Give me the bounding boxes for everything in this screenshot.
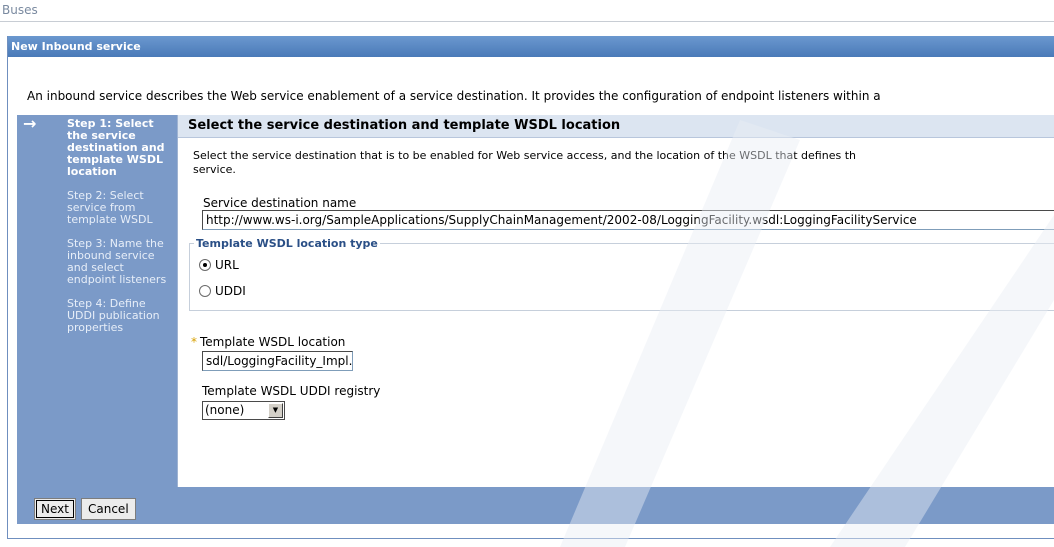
step-2-label: Step 2: Select service from template WSD… — [67, 189, 153, 226]
service-destination-field[interactable]: http://www.ws-i.org/SampleApplications/S… — [202, 210, 1054, 230]
content-description: Select the service destination that is t… — [193, 149, 856, 176]
radio-url-label: URL — [215, 258, 239, 272]
step-1: → Step 1: Select the service destination… — [17, 114, 177, 178]
radio-uddi[interactable] — [199, 285, 211, 297]
step-sidebar: → Step 1: Select the service destination… — [17, 115, 177, 487]
wsdl-location-field[interactable]: sdl/LoggingFacility_Impl.wsdl — [202, 351, 353, 371]
step-2: Step 2: Select service from template WSD… — [17, 190, 177, 226]
wsdl-location-label: Template WSDL location — [200, 335, 346, 349]
uddi-registry-label: Template WSDL UDDI registry — [202, 384, 381, 398]
panel-title: New Inbound service — [8, 36, 1054, 57]
step-3: Step 3: Name the inbound service and sel… — [17, 238, 177, 286]
radio-uddi-label: UDDI — [215, 284, 246, 298]
uddi-registry-select[interactable]: (none) ▼ — [202, 401, 285, 420]
radio-url-option[interactable]: URL — [199, 258, 239, 272]
wsdl-location-label-row: * Template WSDL location — [191, 335, 345, 349]
radio-url[interactable] — [199, 259, 211, 271]
step-4: Step 4: Define UDDI publication properti… — [17, 298, 177, 334]
content-title: Select the service destination and templ… — [178, 115, 1054, 138]
uddi-registry-value: (none) — [205, 403, 245, 417]
step-4-label: Step 4: Define UDDI publication properti… — [67, 297, 160, 334]
chevron-down-icon[interactable]: ▼ — [268, 403, 283, 418]
next-button[interactable]: Next — [34, 498, 76, 520]
step-content: Select the service destination and templ… — [177, 115, 1054, 487]
step-3-label: Step 3: Name the inbound service and sel… — [67, 237, 167, 286]
radio-uddi-option[interactable]: UDDI — [199, 284, 246, 298]
button-bar: Next Cancel — [17, 487, 1054, 524]
service-destination-label: Service destination name — [203, 196, 357, 210]
right-arrow-icon: → — [23, 114, 37, 133]
wizard: → Step 1: Select the service destination… — [17, 115, 1054, 487]
intro-text: An inbound service describes the Web ser… — [27, 89, 881, 103]
step-1-label: Step 1: Select the service destination a… — [67, 117, 165, 178]
location-type-legend: Template WSDL location type — [194, 237, 380, 250]
cancel-button[interactable]: Cancel — [81, 498, 136, 520]
required-marker: * — [191, 335, 197, 349]
breadcrumb[interactable]: Buses — [0, 0, 1054, 22]
location-type-group: Template WSDL location type URL UDDI — [189, 237, 1054, 311]
